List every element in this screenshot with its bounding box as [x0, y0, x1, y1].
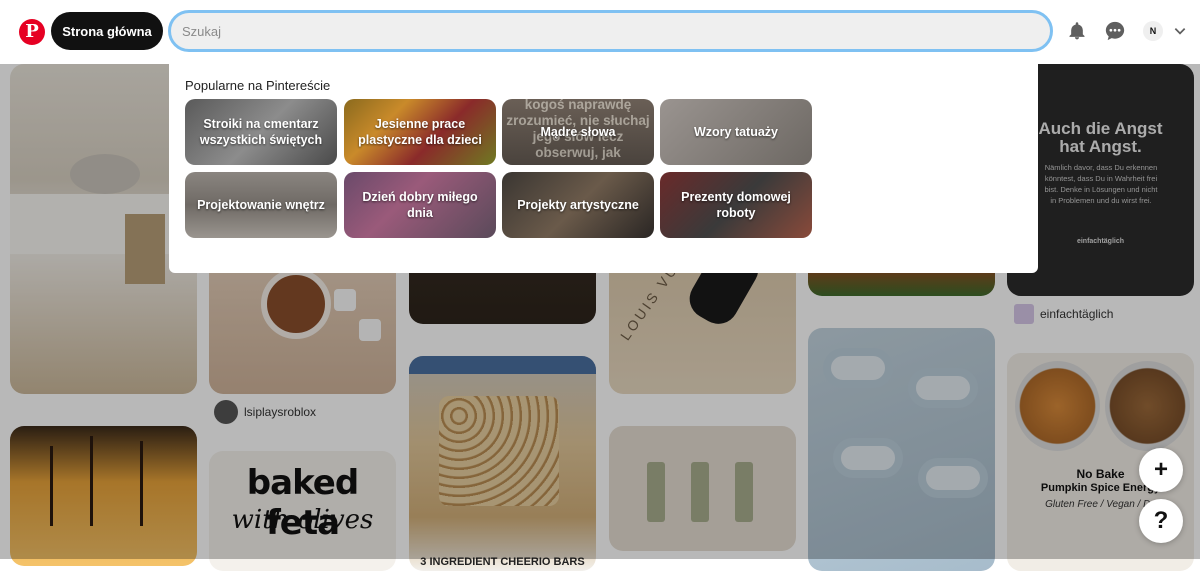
suggestion-tile[interactable]: Projekty artystyczne [502, 172, 654, 238]
top-navigation-bar: P Strona główna N [0, 0, 1200, 64]
suggestion-label: Projektowanie wnętrz [197, 198, 325, 212]
suggestion-tile[interactable]: Prezenty domowej roboty [660, 172, 812, 238]
suggestion-tile[interactable]: Dzień dobry miłego dnia [344, 172, 496, 238]
search-input[interactable] [168, 10, 1053, 52]
suggestion-tile[interactable]: kogoś naprawdę zrozumieć, nie słuchaj je… [502, 99, 654, 165]
suggestion-label: Mądre słowa [540, 125, 616, 139]
dropdown-title: Popularne na Pintereście [185, 78, 331, 93]
logo-letter: P [25, 21, 39, 42]
suggestion-tile[interactable]: Wzory tatuaży [660, 99, 812, 165]
pinterest-logo-icon[interactable]: P [19, 19, 45, 45]
suggestion-label: Projekty artystyczne [517, 198, 639, 212]
suggestion-label: Prezenty domowej roboty [681, 190, 791, 220]
suggestion-label: Jesienne prace plastyczne dla dzieci [358, 117, 482, 147]
notifications-bell-icon[interactable] [1065, 19, 1089, 43]
search-suggestions-dropdown: Popularne na Pintereście Stroiki na cmen… [169, 58, 1038, 273]
suggestion-label: Stroiki na cmentarz wszystkich świętych [199, 117, 323, 147]
home-button[interactable]: Strona główna [51, 12, 163, 50]
suggestion-tile[interactable]: Projektowanie wnętrz [185, 172, 337, 238]
add-pin-button[interactable]: + [1139, 448, 1183, 492]
messages-chat-icon[interactable] [1103, 19, 1127, 43]
help-button[interactable]: ? [1139, 499, 1183, 543]
suggestion-tile[interactable]: Jesienne prace plastyczne dla dzieci [344, 99, 496, 165]
suggestion-label: Wzory tatuaży [693, 125, 779, 139]
suggestion-label: Dzień dobry miłego dnia [362, 190, 478, 220]
chevron-down-icon[interactable] [1170, 19, 1190, 43]
user-avatar[interactable]: N [1143, 21, 1163, 41]
suggestion-tile[interactable]: Stroiki na cmentarz wszystkich świętych [185, 99, 337, 165]
